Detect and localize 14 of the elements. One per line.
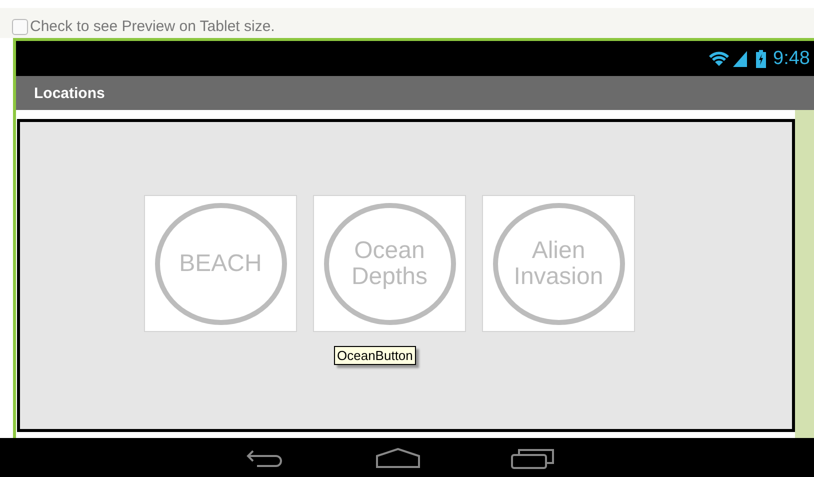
signal-icon (733, 50, 748, 66)
battery-icon (756, 50, 766, 68)
home-icon[interactable] (375, 448, 421, 468)
back-icon[interactable] (245, 448, 285, 468)
tooltip: OceanButton (334, 346, 416, 365)
screen-title: Locations (34, 84, 105, 102)
image-button[interactable]: Alien Invasion (482, 195, 635, 332)
checkbox-label: Check to see Preview on Tablet size. (30, 18, 275, 35)
wifi-icon (708, 50, 730, 66)
status-time: 9:48 (773, 48, 810, 70)
preview-checkbox[interactable] (12, 18, 28, 34)
recent-apps-icon[interactable] (511, 446, 555, 468)
image-button[interactable]: BEACH (144, 195, 297, 332)
image-button[interactable]: Ocean Depths (313, 195, 466, 332)
